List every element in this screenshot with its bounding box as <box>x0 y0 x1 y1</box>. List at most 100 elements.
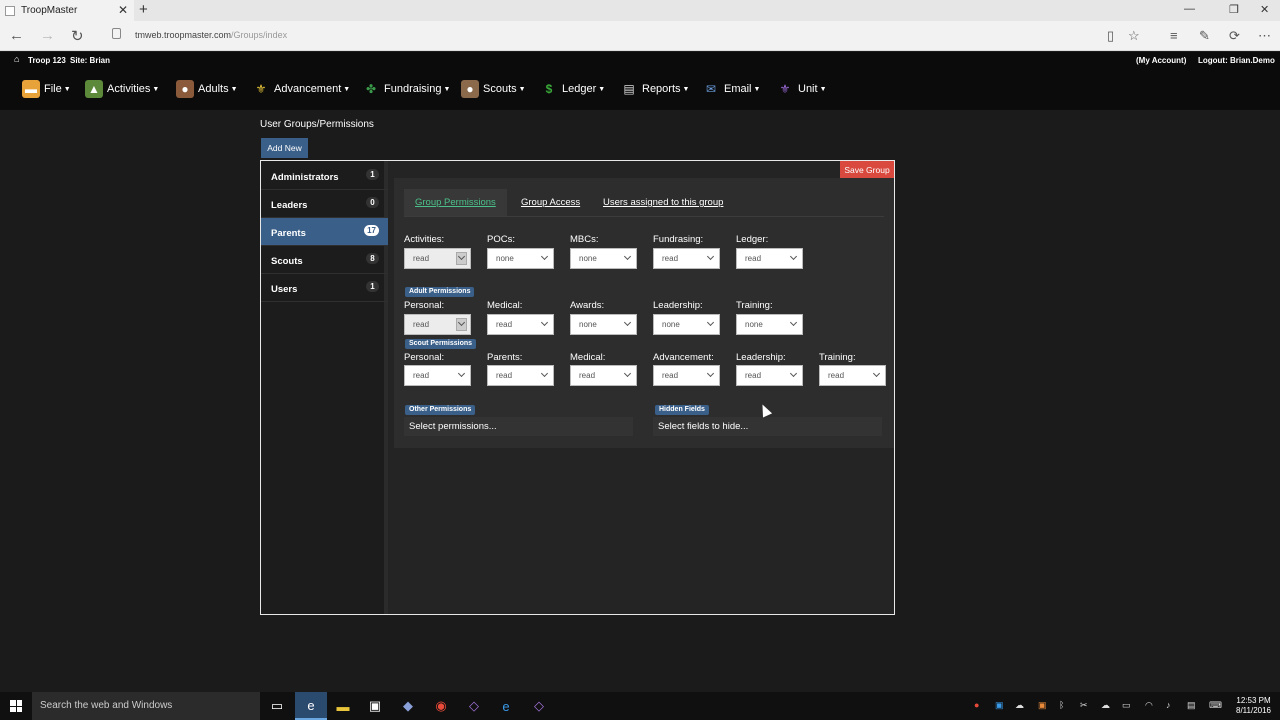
pocs-select[interactable]: none <box>487 248 554 269</box>
visual-studio-code-icon[interactable]: ◇ <box>530 697 548 715</box>
windows-start-icon[interactable] <box>10 700 22 712</box>
scout-personal-select[interactable]: read <box>404 365 471 386</box>
menu-activities[interactable]: ▲ Activities ▼ <box>85 80 159 98</box>
menu-advancement[interactable]: ⚜ Advancement ▼ <box>252 80 351 98</box>
browser-tab-strip: TroopMaster ✕ + — ❐ ✕ <box>0 0 1280 21</box>
scout-parents-select[interactable]: read <box>487 365 554 386</box>
volume-icon[interactable]: ♪ <box>1166 700 1171 710</box>
scout-training-select[interactable]: read <box>819 365 886 386</box>
share-icon[interactable]: ⟳ <box>1229 28 1240 44</box>
menu-fundraising[interactable]: ✤ Fundraising ▼ <box>362 80 450 98</box>
other-permissions-input[interactable]: Select permissions... <box>404 417 633 436</box>
adult-leadership-select[interactable]: none <box>653 314 720 335</box>
adult-awards-label: Awards: <box>570 300 605 311</box>
scout-training-label: Training: <box>819 352 856 363</box>
tab-divider <box>404 216 884 217</box>
mbcs-select[interactable]: none <box>570 248 637 269</box>
tray-orange-icon[interactable]: ▣ <box>1038 700 1047 711</box>
hidden-fields-input[interactable]: Select fields to hide... <box>653 417 882 436</box>
file-explorer-icon[interactable]: ▬ <box>334 697 352 715</box>
restore-icon[interactable]: ❐ <box>1229 3 1239 16</box>
group-item-parents[interactable]: Parents 17 <box>261 218 388 246</box>
task-view-icon[interactable]: ▭ <box>268 697 286 715</box>
scout-advancement-label: Advancement: <box>653 352 714 363</box>
save-group-button[interactable]: Save Group <box>840 161 894 178</box>
menu-ledger[interactable]: $ Ledger ▼ <box>540 80 606 98</box>
group-item-scouts[interactable]: Scouts 8 <box>261 246 388 274</box>
adult-personal-select[interactable]: read <box>404 314 471 335</box>
minimize-icon[interactable]: — <box>1184 3 1195 15</box>
chevron-down-icon <box>872 369 881 378</box>
select-value: read <box>496 320 513 329</box>
troop-link[interactable]: Troop 123 <box>28 56 66 65</box>
unit-icon: ⚜ <box>779 82 791 96</box>
close-window-icon[interactable]: ✕ <box>1260 3 1269 16</box>
scout-medical-select[interactable]: read <box>570 365 637 386</box>
fundrasing-select[interactable]: read <box>653 248 720 269</box>
browser-tab[interactable]: TroopMaster ✕ <box>0 0 134 21</box>
forward-icon[interactable]: → <box>40 27 55 44</box>
bluetooth-icon[interactable]: ᛒ <box>1059 700 1064 710</box>
ledger-select[interactable]: read <box>736 248 803 269</box>
menu-unit[interactable]: ⚜ Unit ▼ <box>776 80 827 98</box>
url-field[interactable]: tmweb.troopmaster.com/Groups/index <box>135 30 287 40</box>
site-header: ⌂ Troop 123 Site: Brian (My Account) Log… <box>0 52 1280 68</box>
close-tab-icon[interactable]: ✕ <box>118 3 128 17</box>
select-value: none <box>662 320 680 329</box>
record-icon[interactable]: ● <box>974 700 979 710</box>
battery-icon[interactable]: ▭ <box>1122 700 1131 711</box>
refresh-icon[interactable]: ↻ <box>71 27 84 45</box>
store-icon[interactable]: ▣ <box>366 697 384 715</box>
taskbar-clock[interactable]: 12:53 PM 8/11/2016 <box>1236 696 1271 716</box>
browser-tab-title: TroopMaster <box>21 5 78 16</box>
reading-view-icon[interactable]: ▯ <box>1107 28 1114 44</box>
tray-tool-icon[interactable]: ✂ <box>1080 700 1088 711</box>
menu-file[interactable]: ▬ File ▼ <box>22 80 71 98</box>
internet-explorer-icon[interactable]: e <box>497 697 515 715</box>
menu-email[interactable]: ✉ Email ▼ <box>702 80 760 98</box>
adult-personal-label: Personal: <box>404 300 445 311</box>
tab-group-access[interactable]: Group Access <box>510 189 591 216</box>
chevron-down-icon <box>623 252 632 261</box>
keyboard-icon[interactable]: ⌨ <box>1209 700 1222 711</box>
edge-browser-icon[interactable]: e <box>295 692 327 720</box>
site-link[interactable]: Site: Brian <box>70 56 110 65</box>
app-icon[interactable]: ◆ <box>399 697 417 715</box>
onedrive-icon[interactable]: ☁ <box>1015 700 1024 711</box>
logout-link[interactable]: Logout: Brian.Demo <box>1198 56 1275 65</box>
my-account-link[interactable]: (My Account) <box>1136 56 1186 65</box>
tray-app-icon[interactable]: ▣ <box>995 700 1004 711</box>
wifi-icon[interactable]: ◠ <box>1145 700 1153 711</box>
action-center-icon[interactable]: ▤ <box>1187 700 1196 711</box>
menu-label: Adults <box>198 83 229 95</box>
visual-studio-icon[interactable]: ◇ <box>465 697 483 715</box>
tab-group-permissions[interactable]: Group Permissions <box>404 189 507 216</box>
menu-scouts[interactable]: ● Scouts ▼ <box>461 80 526 98</box>
add-new-button[interactable]: Add New <box>261 138 308 158</box>
main-menu: ▬ File ▼ ▲ Activities ▼ ● Adults ▼ ⚜ Advancemen… <box>0 68 1280 110</box>
tab-users-assigned[interactable]: Users assigned to this group <box>592 189 734 216</box>
activities-select[interactable]: read <box>404 248 471 269</box>
adult-training-select[interactable]: none <box>736 314 803 335</box>
home-icon[interactable]: ⌂ <box>14 54 19 64</box>
scout-leadership-select[interactable]: read <box>736 365 803 386</box>
menu-reports[interactable]: ▤ Reports ▼ <box>620 80 689 98</box>
tray-cloud-icon[interactable]: ☁ <box>1101 700 1110 711</box>
group-item-leaders[interactable]: Leaders 0 <box>261 190 388 218</box>
taskbar-search-input[interactable]: Search the web and Windows <box>32 692 260 720</box>
menu-label: Reports <box>642 83 681 95</box>
chrome-icon[interactable]: ◉ <box>432 697 450 715</box>
favorite-star-icon[interactable]: ☆ <box>1128 28 1140 44</box>
more-icon[interactable]: ⋯ <box>1258 28 1271 44</box>
scout-advancement-select[interactable]: read <box>653 365 720 386</box>
back-icon[interactable]: ← <box>9 27 24 44</box>
web-note-icon[interactable]: ✎ <box>1199 28 1210 44</box>
adult-medical-select[interactable]: read <box>487 314 554 335</box>
adult-awards-select[interactable]: none <box>570 314 637 335</box>
group-item-users[interactable]: Users 1 <box>261 274 388 302</box>
group-item-administrators[interactable]: Administrators 1 <box>261 162 388 190</box>
new-tab-icon[interactable]: + <box>139 1 148 18</box>
hub-icon[interactable]: ≡ <box>1170 28 1178 43</box>
page-favicon-icon <box>5 5 15 16</box>
menu-adults[interactable]: ● Adults ▼ <box>176 80 238 98</box>
